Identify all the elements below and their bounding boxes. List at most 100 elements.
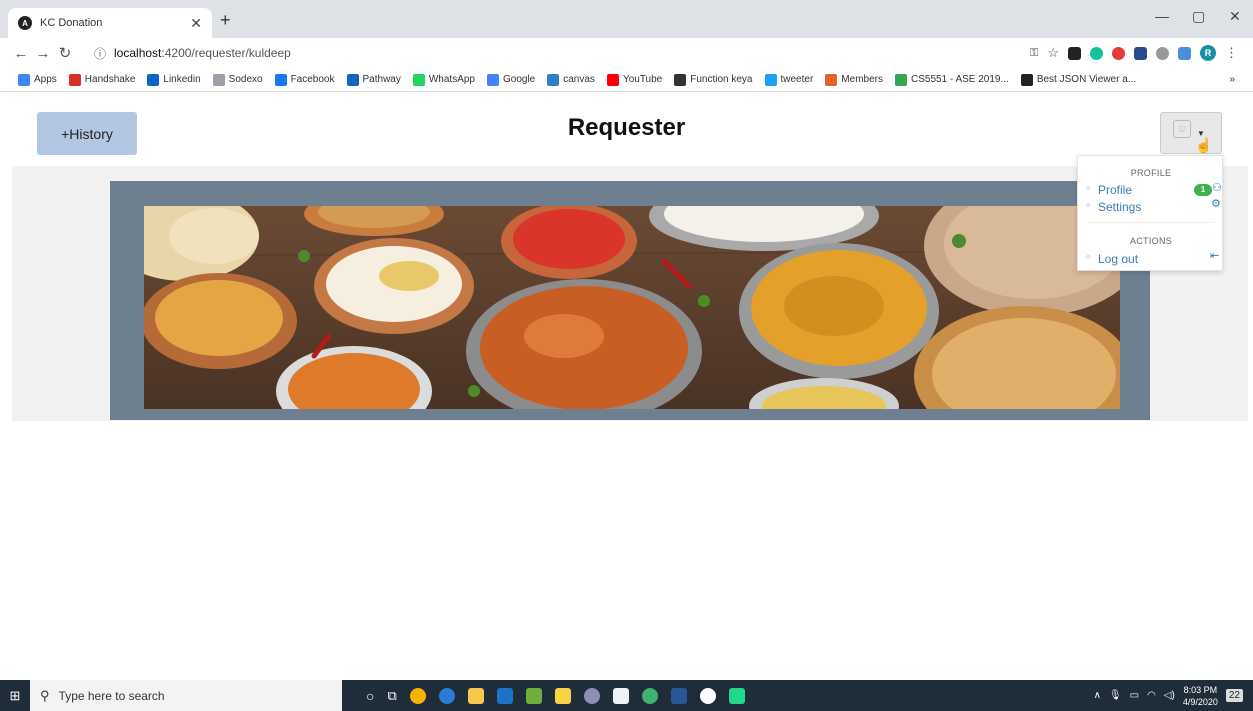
chrome-menu-icon[interactable]: ⋮ (1225, 45, 1238, 61)
settings-menu-item[interactable]: Settings (1086, 200, 1141, 214)
windows-taskbar: ⊞ ⚲ Type here to search ○ ⧉ ∧ 🎙 ▭ ◠ ◁) 8… (0, 680, 1253, 711)
browser-tab[interactable]: A KC Donation ✕ (8, 8, 212, 38)
bookmark-item[interactable]: canvas (547, 73, 595, 86)
bookmarks-bar: Apps Handshake Linkedin Sodexo Facebook Pathw… (0, 68, 1253, 92)
star-icon[interactable]: ☆ (1047, 45, 1059, 61)
bookmark-item[interactable]: Best JSON Viewer a... (1020, 73, 1136, 86)
bookmark-favicon-icon (764, 73, 777, 86)
bookmark-item[interactable]: YouTube (606, 73, 663, 86)
bookmark-label: Members (841, 74, 883, 85)
extension-grammarly-icon[interactable] (1090, 46, 1103, 60)
chrome-taskbar-icon[interactable] (409, 687, 426, 704)
word-icon[interactable] (670, 687, 687, 704)
extension-adblock-icon[interactable] (1112, 46, 1125, 60)
extension-gear-icon[interactable] (1156, 46, 1169, 60)
bookmark-favicon-icon (674, 73, 687, 86)
bookmark-label: canvas (563, 74, 595, 85)
close-tab-icon[interactable]: ✕ (190, 15, 202, 32)
bookmark-item[interactable]: WhatsApp (412, 73, 475, 86)
forward-icon[interactable]: → (32, 45, 54, 62)
bookmark-favicon-icon (18, 73, 30, 86)
tab-title: KC Donation (40, 17, 103, 29)
system-tray: ∧ 🎙 ▭ ◠ ◁) 8:03 PM 4/9/2020 22 (1094, 680, 1243, 711)
profile-section-header: PROFILE (1130, 168, 1172, 178)
battery-icon[interactable]: ▭ (1130, 690, 1139, 701)
bookmark-favicon-icon (1020, 73, 1033, 86)
site-info-icon[interactable]: ⓘ (94, 45, 106, 62)
volume-icon[interactable]: ◁) (1164, 690, 1175, 701)
bookmark-favicon-icon (68, 73, 81, 86)
clock-date: 4/9/2020 (1182, 696, 1218, 707)
chevron-up-icon[interactable]: ∧ (1094, 690, 1101, 701)
address-bar[interactable]: ⓘ localhost:4200/requester/kuldeep ⚿ ☆ R… (88, 42, 1248, 64)
profile-icon: ⚇ (1212, 182, 1222, 194)
sticky-notes-icon[interactable] (554, 687, 571, 704)
bookmark-item[interactable]: tweeter (764, 73, 814, 86)
extension-camera-icon[interactable] (1178, 46, 1191, 60)
task-view-icon[interactable]: ⧉ (387, 688, 396, 704)
webstorm-icon[interactable] (728, 687, 745, 704)
bookmark-label: tweeter (780, 74, 814, 85)
notepad-icon[interactable] (612, 687, 629, 704)
bookmark-favicon-icon (346, 73, 359, 86)
history-button[interactable]: +History (37, 112, 137, 155)
extension-mail-icon[interactable] (1134, 46, 1147, 60)
bookmark-item[interactable]: Function keya (674, 73, 753, 86)
taskbar-clock[interactable]: 8:03 PM 4/9/2020 (1183, 684, 1218, 708)
windows-start-icon[interactable]: ⊞ (0, 680, 30, 711)
app-taskbar-icon[interactable] (583, 687, 600, 704)
bookmark-item[interactable]: Handshake (68, 73, 136, 86)
bookmark-item[interactable]: Facebook (274, 73, 335, 86)
user-menu-button[interactable]: ☺ ▼ ☝ (1160, 112, 1222, 154)
maximize-icon[interactable]: ▢ (1192, 8, 1205, 25)
logout-menu-item[interactable]: Log out (1086, 252, 1138, 266)
window-close-icon[interactable]: ✕ (1229, 8, 1241, 25)
edge-taskbar-icon[interactable] (438, 687, 455, 704)
bookmark-favicon-icon (547, 73, 560, 86)
food-banner-image (144, 206, 1120, 409)
user-dropdown-menu: PROFILE Profile 1 ⚇ Settings ⚙ ACTIONS L… (1077, 155, 1223, 271)
bookmark-label: Handshake (84, 74, 136, 85)
reload-icon[interactable]: ↻ (54, 44, 76, 62)
actions-section-header: ACTIONS (1129, 236, 1173, 246)
extension-jb-icon[interactable] (1068, 46, 1081, 60)
chrome-profile-avatar[interactable]: R (1200, 45, 1216, 61)
minimize-icon[interactable]: — (1155, 8, 1169, 24)
back-icon[interactable]: ← (10, 45, 32, 62)
bookmark-favicon-icon (606, 73, 619, 86)
key-icon[interactable]: ⚿ (1030, 47, 1038, 60)
taskbar-search-box[interactable]: ⚲ Type here to search (30, 680, 342, 711)
bookmark-item[interactable]: Members (825, 73, 883, 86)
bookmark-item[interactable]: Apps (18, 73, 57, 86)
dropdown-divider (1088, 222, 1214, 223)
search-icon: ⚲ (40, 687, 50, 703)
cortana-icon[interactable]: ○ (366, 688, 374, 704)
notification-center-icon[interactable]: 22 (1225, 689, 1243, 702)
bookmark-item[interactable]: CS5551 - ASE 2019... (894, 73, 1009, 86)
bookmark-label: Apps (34, 74, 57, 85)
outlook-icon[interactable] (496, 687, 513, 704)
photos-icon[interactable] (525, 687, 542, 704)
banner-section (12, 166, 1248, 421)
url-host: localhost (114, 46, 162, 60)
wifi-icon[interactable]: ◠ (1147, 690, 1156, 701)
new-tab-icon[interactable]: + (220, 10, 231, 31)
bookmark-label: Sodexo (228, 74, 263, 85)
bookmarks-overflow[interactable]: » (1229, 74, 1235, 85)
bookmark-item[interactable]: Google (487, 73, 536, 86)
bookmark-label: Pathway (362, 74, 401, 85)
bookmark-favicon-icon (212, 73, 225, 86)
bookmark-favicon-icon (274, 73, 287, 86)
bookmark-item[interactable]: Pathway (346, 73, 401, 86)
bookmark-favicon-icon (147, 73, 160, 86)
bookmark-label: Google (503, 74, 536, 85)
maps-icon[interactable] (641, 687, 658, 704)
bookmark-label: YouTube (622, 74, 663, 85)
file-explorer-icon[interactable] (467, 687, 484, 704)
profile-menu-item[interactable]: Profile (1086, 183, 1132, 197)
microphone-icon[interactable]: 🎙 (1109, 690, 1122, 701)
mongodb-icon[interactable] (699, 687, 716, 704)
taskbar-apps: ○ ⧉ (366, 687, 745, 704)
bookmark-item[interactable]: Linkedin (147, 73, 201, 86)
bookmark-item[interactable]: Sodexo (212, 73, 263, 86)
